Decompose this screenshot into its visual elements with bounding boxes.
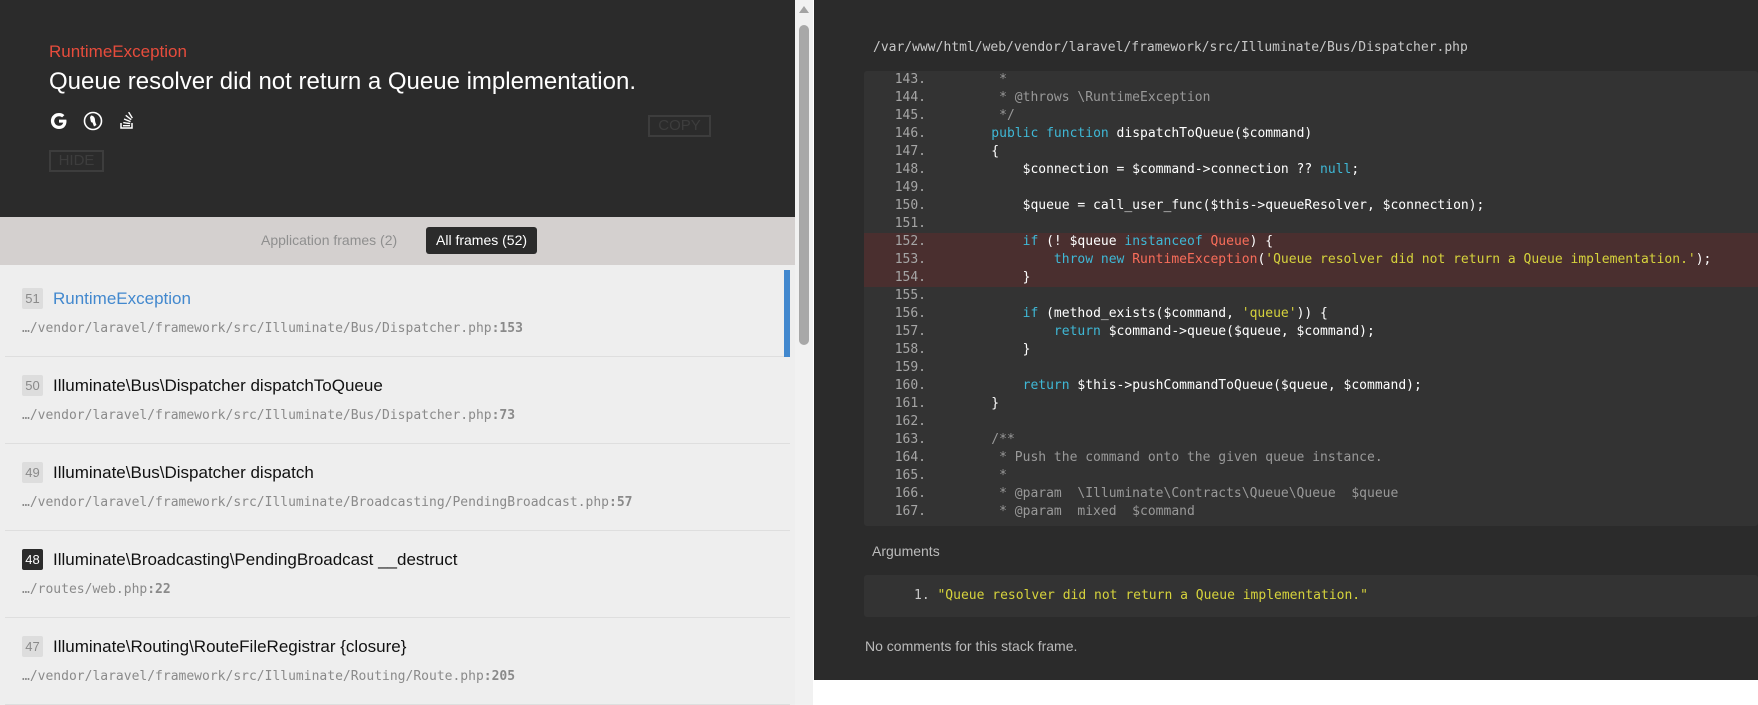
- code-line: 145. */: [894, 108, 1015, 123]
- exception-class: RuntimeException: [49, 42, 187, 61]
- frame-item[interactable]: 47 Illuminate\Routing\RouteFileRegistrar…: [5, 618, 790, 705]
- code-line: 156. if (method_exists($command, 'queue'…: [894, 306, 1328, 321]
- frame-path: …/vendor/laravel/framework/src/Illuminat…: [22, 408, 516, 423]
- code-line: 146. public function dispatchToQueue($co…: [894, 126, 1313, 141]
- code-line: 158. }: [894, 342, 1031, 357]
- frame-list: 51 RuntimeException …/vendor/laravel/fra…: [5, 270, 790, 705]
- arguments-list: 1. "Queue resolver did not return a Queu…: [864, 575, 1758, 617]
- code-line: 155.: [894, 288, 926, 303]
- code-line: 166. * @param \Illuminate\Contracts\Queu…: [894, 486, 1399, 501]
- code-line: 167. * @param mixed $command: [894, 504, 1195, 519]
- code-line: 162.: [894, 414, 926, 429]
- frame-index: 47: [22, 636, 43, 657]
- code-line: 163. /**: [894, 432, 1015, 447]
- frame-index: 51: [22, 288, 43, 309]
- frame-item[interactable]: 48 Illuminate\Broadcasting\PendingBroadc…: [5, 531, 790, 618]
- frame-item[interactable]: 50 Illuminate\Bus\Dispatcher dispatchToQ…: [5, 357, 790, 444]
- code-line-highlighted: 152. if (! $queue instanceof Queue) {: [864, 233, 1758, 251]
- frame-filter-bar: Application frames (2) All frames (52): [0, 217, 795, 265]
- argument-item: 1. "Queue resolver did not return a Queu…: [914, 588, 1368, 603]
- details-panel: /var/www/html/web/vendor/laravel/framewo…: [814, 0, 1758, 680]
- frame-index: 48: [22, 549, 43, 570]
- duckduckgo-icon[interactable]: [83, 111, 103, 131]
- scroll-thumb[interactable]: [799, 25, 809, 345]
- frame-path: …/vendor/laravel/framework/src/Illuminat…: [22, 321, 523, 336]
- stack-panel: RuntimeException Queue resolver did not …: [0, 0, 795, 705]
- scrollbar[interactable]: [795, 0, 813, 705]
- exception-header: RuntimeException Queue resolver did not …: [0, 0, 795, 217]
- stackoverflow-icon[interactable]: [117, 111, 137, 131]
- frame-path: …/routes/web.php:22: [22, 582, 171, 597]
- frame-item[interactable]: 49 Illuminate\Bus\Dispatcher dispatch …/…: [5, 444, 790, 531]
- code-line: 157. return $command->queue($queue, $com…: [894, 324, 1375, 339]
- code-line: 147. {: [894, 144, 1000, 159]
- frame-path: …/vendor/laravel/framework/src/Illuminat…: [22, 669, 516, 684]
- code-line: 144. * @throws \RuntimeException: [894, 90, 1211, 105]
- code-line-highlighted: 154. }: [864, 269, 1758, 287]
- frame-title: RuntimeException: [53, 289, 191, 308]
- application-frames-filter[interactable]: Application frames (2): [261, 232, 397, 248]
- search-links: [49, 111, 137, 131]
- copy-button[interactable]: COPY: [648, 115, 711, 137]
- code-line: 165. *: [894, 468, 1007, 483]
- code-line: 149.: [894, 180, 926, 195]
- frame-path: …/vendor/laravel/framework/src/Illuminat…: [22, 495, 633, 510]
- frame-item[interactable]: 51 RuntimeException …/vendor/laravel/fra…: [5, 270, 790, 357]
- comments-text: No comments for this stack frame.: [865, 638, 1078, 654]
- code-line: 160. return $this->pushCommandToQueue($q…: [894, 378, 1422, 393]
- code-viewer: 143. * 144. * @throws \RuntimeException …: [864, 71, 1758, 526]
- frame-title: Illuminate\Bus\Dispatcher dispatchToQueu…: [53, 376, 383, 395]
- frame-title: Illuminate\Bus\Dispatcher dispatch: [53, 463, 314, 482]
- hide-button[interactable]: HIDE: [49, 150, 104, 172]
- arguments-label: Arguments: [872, 543, 940, 559]
- code-line: 143. *: [894, 72, 1007, 87]
- google-icon[interactable]: [49, 111, 69, 131]
- exception-message: Queue resolver did not return a Queue im…: [49, 68, 637, 95]
- scroll-up-arrow-icon[interactable]: [799, 6, 809, 13]
- code-line: 148. $connection = $command->connection …: [894, 162, 1360, 177]
- code-file-path: /var/www/html/web/vendor/laravel/framewo…: [873, 40, 1468, 55]
- frame-index: 50: [22, 375, 43, 396]
- code-line: 150. $queue = call_user_func($this->queu…: [894, 198, 1485, 213]
- frame-title: Illuminate\Broadcasting\PendingBroadcast…: [53, 550, 458, 569]
- all-frames-filter[interactable]: All frames (52): [426, 227, 538, 254]
- frame-index: 49: [22, 462, 43, 483]
- frame-title: Illuminate\Routing\RouteFileRegistrar {c…: [53, 637, 407, 656]
- code-line: 151.: [894, 216, 926, 231]
- code-line: 159.: [894, 360, 926, 375]
- code-line: 161. }: [894, 396, 1000, 411]
- code-line: 164. * Push the command onto the given q…: [894, 450, 1383, 465]
- code-line-highlighted: 153. throw new RuntimeException('Queue r…: [864, 251, 1758, 269]
